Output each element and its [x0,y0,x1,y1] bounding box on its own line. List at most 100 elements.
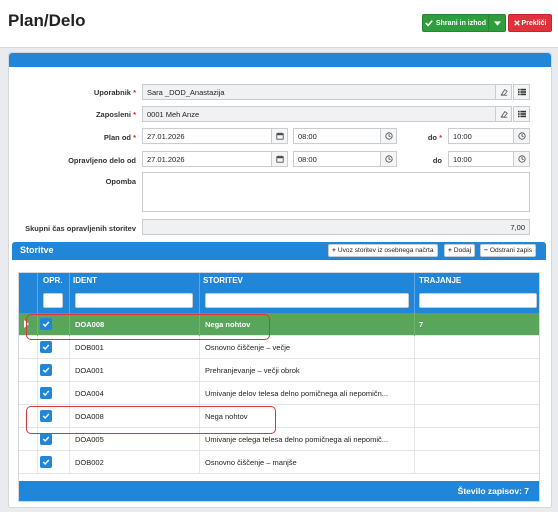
cell-separator [414,313,415,336]
remove-record-button[interactable]: − Odstrani zapis [480,244,537,257]
clock-icon [384,132,393,140]
table-row[interactable]: DOA004 Umivanje delov telesa delno pomičn… [19,382,539,405]
minus-icon: − [484,247,488,254]
storitev-cell: Umivanje delov telesa delno pomičnega al… [205,389,389,398]
opr-checkbox[interactable] [40,364,52,376]
done-time-to-input[interactable]: 10:00 [448,151,514,167]
filter-storitev-input[interactable] [205,293,409,308]
check-icon [42,390,50,397]
done-from-label: Opravljeno delo od [68,156,136,165]
column-header-ident[interactable]: IDENT [73,276,97,285]
plus-icon: + [448,247,452,254]
ident-cell: DOA004 [75,389,104,398]
column-separator [414,273,415,313]
note-label: Opomba [105,177,136,186]
user-field[interactable]: Sara _DOD_Anastazija [142,84,496,100]
total-time-field: 7,00 [142,219,530,235]
save-label: Shrani in izhod [435,19,487,27]
ident-cell: DOA001 [75,366,104,375]
column-header-trajanje[interactable]: TRAJANJE [419,276,461,285]
cell-separator [37,359,38,382]
plan-calendar-button[interactable] [271,128,288,144]
storitev-cell: Osnovno čiščenje – manjše [205,458,297,467]
page-header: Plan/Delo Shrani in izhod Prekliči [0,0,558,48]
calendar-icon [275,155,284,163]
cell-separator [414,336,415,359]
check-icon [425,20,433,27]
add-button[interactable]: + Dodaj [444,244,476,257]
remove-record-label: Odstrani zapis [489,247,533,254]
ident-cell: DOB002 [75,458,104,467]
import-services-button[interactable]: + Uvoz storitev iz osebnega načrta [328,244,438,257]
ident-cell: DOA005 [75,435,104,444]
save-and-exit-button[interactable]: Shrani in izhod [422,14,506,32]
note-textarea[interactable] [142,172,530,212]
table-row[interactable]: DOA001 Prehranjevanje – večji obrok [19,359,539,382]
total-time-label: Skupni čas opravljenih storitev [25,224,136,233]
column-header-opr[interactable]: OPR. [43,276,63,285]
close-icon [513,20,520,26]
column-separator [199,273,200,313]
page-title: Plan/Delo [8,11,86,30]
column-separator [37,273,38,313]
employee-field[interactable]: 0001 Meh Anze [142,106,496,122]
clock-icon [517,132,526,140]
cell-separator [37,451,38,474]
filter-trajanje-input[interactable] [419,293,537,308]
add-label: Dodaj [453,247,472,254]
calendar-icon [275,132,284,140]
clock-icon [517,155,526,163]
cell-separator [414,451,415,474]
done-date-input[interactable]: 27.01.2026 [142,151,272,167]
plan-time-to-clock-button[interactable] [513,128,530,144]
plan-time-from-input[interactable]: 08:00 [293,128,381,144]
opr-checkbox[interactable] [40,433,52,445]
plan-to-label: do * [427,133,442,142]
clear-user-button[interactable] [495,84,512,100]
cell-separator [69,359,70,382]
check-icon [42,459,50,466]
plan-time-to-input[interactable]: 10:00 [448,128,514,144]
list-employee-button[interactable] [513,106,530,122]
clear-employee-button[interactable] [495,106,512,122]
plan-time-from-clock-button[interactable] [380,128,397,144]
list-user-button[interactable] [513,84,530,100]
services-grid: OPR. IDENT STORITEV TRAJANJE DOA008 Nega … [18,272,540,502]
done-calendar-button[interactable] [271,151,288,167]
opr-checkbox[interactable] [40,387,52,399]
cell-separator [199,359,200,382]
grid-footer: Število zapisov: 7 [19,481,539,501]
list-icon [517,110,526,118]
cell-separator [199,451,200,474]
column-header-storitev[interactable]: STORITEV [203,276,243,285]
save-main[interactable]: Shrani in izhod [423,15,489,31]
storitev-cell: Umivanje celega telesa delno pomičnega a… [205,435,389,444]
services-panel: Storitve + Uvoz storitev iz osebnega nač… [12,242,546,502]
cell-separator [414,359,415,382]
cancel-button[interactable]: Prekliči [508,14,552,32]
import-services-label: Uvoz storitev iz osebnega načrta [337,247,434,254]
done-time-to-clock-button[interactable] [513,151,530,167]
opr-checkbox[interactable] [40,341,52,353]
opr-checkbox[interactable] [40,456,52,468]
storitev-cell: Prehranjevanje – večji obrok [205,366,300,375]
filter-opr-input[interactable] [43,293,63,308]
filter-ident-input[interactable] [75,293,193,308]
user-label: Uporabnik * [93,88,136,97]
ident-cell: DOB001 [75,343,104,352]
cell-separator [414,428,415,451]
employee-label: Zaposleni * [95,110,136,119]
table-row[interactable]: DOB002 Osnovno čiščenje – manjše [19,451,539,474]
eraser-icon [500,89,508,96]
cell-separator [414,382,415,405]
check-icon [42,344,50,351]
done-time-from-clock-button[interactable] [380,151,397,167]
storitev-cell: Osnovno čiščenje – večje [205,343,291,352]
cell-separator [199,382,200,405]
plan-date-input[interactable]: 27.01.2026 [142,128,272,144]
done-to-label: do [432,156,442,165]
trajanje-cell: 7 [419,320,424,329]
services-title: Storitve [20,245,54,255]
save-dropdown-toggle[interactable] [489,15,505,31]
done-time-from-input[interactable]: 08:00 [293,151,381,167]
